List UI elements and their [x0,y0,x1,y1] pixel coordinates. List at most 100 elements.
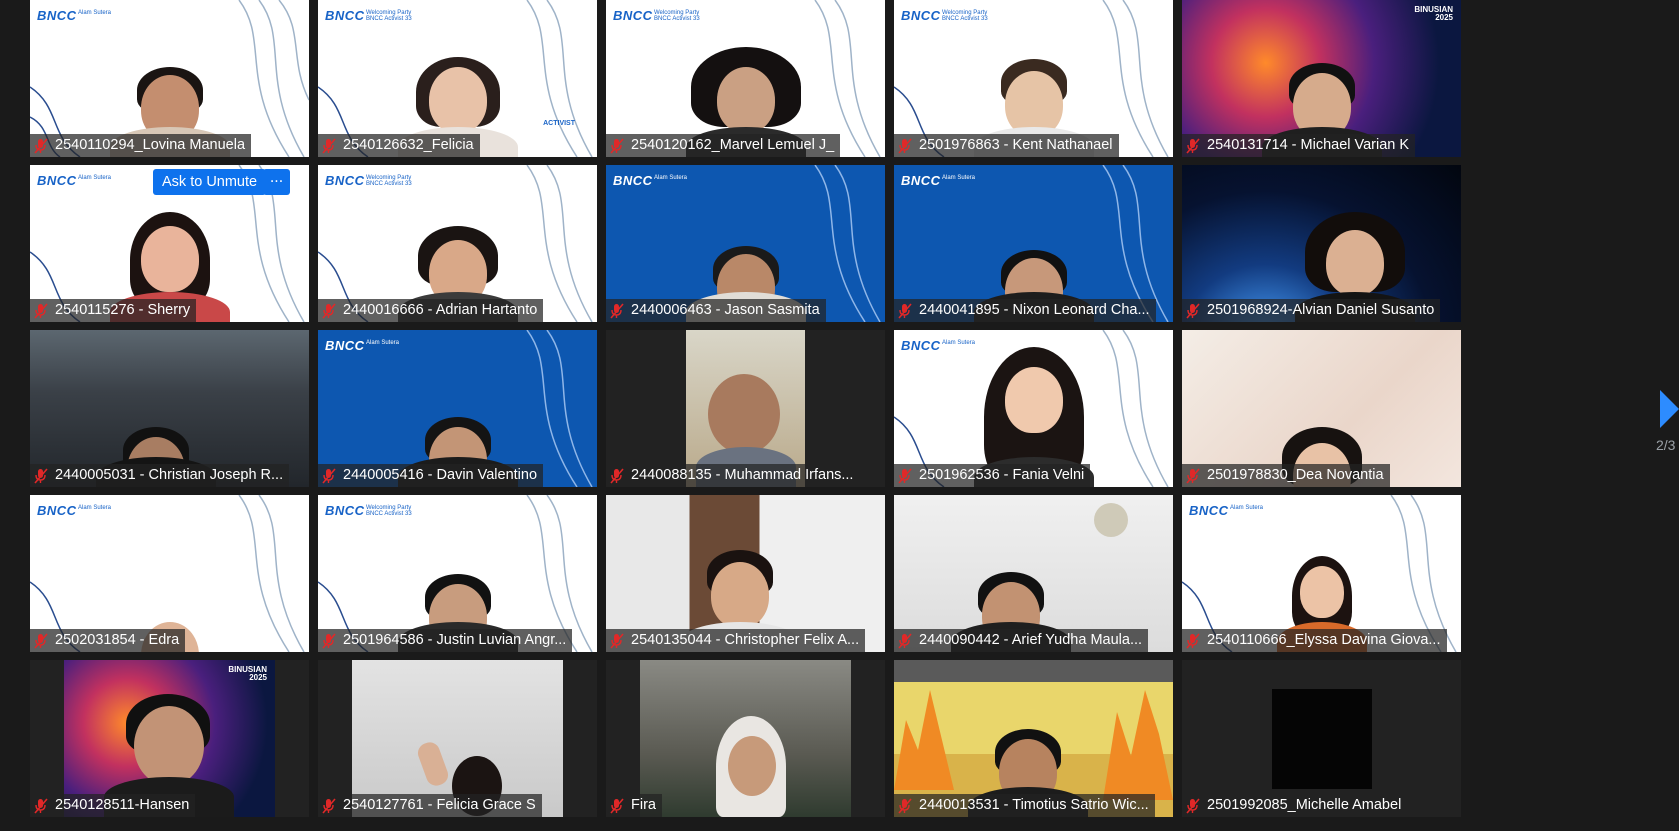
participant-name-label: 2440041895 - Nixon Leonard Cha... [894,299,1156,322]
participant-name-label: 2540120162_Marvel Lemuel J_ [606,134,841,157]
logo-subtitle: Welcoming Party BNCC Activist 33 [366,10,412,22]
bncc-logo: BNCC [325,8,365,23]
participant-name-label: 2502031854 - Edra [30,629,186,652]
video-gallery-grid: BNCC Alam Sutera 2540110294_Lovina Manue… [30,0,1463,817]
muted-mic-icon [610,467,624,484]
muted-mic-icon [610,632,624,649]
bncc-logo: BNCC [901,173,941,188]
participant-name-label: 2540135044 - Christopher Felix A... [606,629,866,652]
logo-subtitle: Welcoming Party BNCC Activist 33 [366,505,412,517]
participant-tile[interactable]: BINUSIAN 2025 2540131714 - Michael Varia… [1182,0,1461,157]
background-flames [1103,690,1173,800]
bncc-logo: BNCC [325,338,365,353]
participant-tile[interactable]: BNCC Welcoming Party BNCC Activist 33 24… [318,165,597,322]
participant-tile[interactable]: BNCC Alam Sutera 2540110294_Lovina Manue… [30,0,309,157]
bncc-logo: BNCC [901,338,941,353]
more-options-button[interactable]: ··· [263,169,290,195]
participant-tile[interactable]: BNCC Welcoming Party BNCC Activist 33 25… [606,0,885,157]
participant-tile[interactable]: 2440005031 - Christian Joseph R... [30,330,309,487]
participant-name-label: 2540127761 - Felicia Grace S [318,794,542,817]
muted-mic-icon [34,632,48,649]
participant-video [640,660,851,817]
participant-tile[interactable]: 2501992085_Michelle Amabel [1182,660,1461,817]
participant-tile[interactable]: 2440088135 - Muhammad Irfans... [606,330,885,487]
muted-mic-icon [1186,137,1200,154]
muted-mic-icon [322,137,336,154]
bncc-logo: BNCC [1189,503,1229,518]
participant-name-label: 2440088135 - Muhammad Irfans... [606,464,860,487]
logo-subtitle: Welcoming Party BNCC Activist 33 [366,175,412,187]
wall-clock [1094,503,1128,537]
participant-name-label: 2540126632_Felicia [318,134,480,157]
participant-tile[interactable]: BNCC Alam Sutera 2540110666_Elyssa Davin… [1182,495,1461,652]
participant-name-label: 2501964586 - Justin Luvian Angr... [318,629,573,652]
logo-subtitle: Alam Sutera [942,175,976,181]
participant-tile[interactable]: 2501968924-Alvian Daniel Susanto [1182,165,1461,322]
participant-name-label: Fira [606,794,662,817]
activist-text: ACTIVIST [543,120,575,127]
logo-subtitle: Alam Sutera [78,175,112,181]
muted-mic-icon [610,797,624,814]
ask-to-unmute-button[interactable]: Ask to Unmute [153,169,267,195]
logo-subtitle: Alam Sutera [78,505,112,511]
logo-subtitle: Alam Sutera [366,340,400,346]
participant-tile[interactable]: BNCC Welcoming Party BNCC Activist 33 25… [318,495,597,652]
bncc-logo: BNCC [901,8,941,23]
participant-tile[interactable]: 2540135044 - Christopher Felix A... [606,495,885,652]
muted-mic-icon [610,137,624,154]
logo-subtitle: Welcoming Party BNCC Activist 33 [942,10,988,22]
muted-mic-icon [610,302,624,319]
participant-name-label: 2501976863 - Kent Nathanael [894,134,1119,157]
participant-tile[interactable]: BNCC Alam Sutera 2440006463 - Jason Sasm… [606,165,885,322]
participant-name-label: 2501978830_Dea Novantia [1182,464,1390,487]
participant-tile[interactable]: 2501978830_Dea Novantia [1182,330,1461,487]
participant-name-label: 2440005031 - Christian Joseph R... [30,464,290,487]
muted-mic-icon [34,302,48,319]
participant-name-label: 2540128511-Hansen [30,794,196,817]
bncc-logo: BNCC [325,173,365,188]
next-page-arrow-icon[interactable] [1660,390,1679,428]
participant-tile[interactable]: BNCC Alam Sutera 2440041895 - Nixon Leon… [894,165,1173,322]
participant-tile[interactable]: BNCC Alam Sutera 2502031854 - Edra [30,495,309,652]
participant-tile[interactable]: BNCC Alam Sutera Ask to Unmute ··· 25401… [30,165,309,322]
muted-mic-icon [1186,632,1200,649]
bncc-logo: BNCC [37,173,77,188]
bncc-logo: BNCC [37,503,77,518]
participant-name-label: 2540110666_Elyssa Davina Giova... [1182,629,1447,652]
participant-name-label: 2501968924-Alvian Daniel Susanto [1182,299,1441,322]
participant-name-label: 2440090442 - Arief Yudha Maula... [894,629,1149,652]
participant-name-label: 2501992085_Michelle Amabel [1182,794,1408,817]
muted-mic-icon [898,467,912,484]
participant-name-label: 2440013531 - Timotius Satrio Wic... [894,794,1155,817]
participant-name-label: 2440005416 - Davin Valentino [318,464,544,487]
participant-name-label: 2440016666 - Adrian Hartanto [318,299,544,322]
muted-mic-icon [898,797,912,814]
participant-name-label: 2540110294_Lovina Manuela [30,134,252,157]
participant-tile[interactable]: 2440013531 - Timotius Satrio Wic... [894,660,1173,817]
participant-tile[interactable]: BNCC Welcoming Party BNCC Activist 33 AC… [318,0,597,157]
muted-mic-icon [898,137,912,154]
participant-name-label: 2540115276 - Sherry [30,299,197,322]
participant-tile[interactable]: Fira [606,660,885,817]
participant-name-label: 2540131714 - Michael Varian K [1182,134,1416,157]
participant-tile[interactable]: 2540127761 - Felicia Grace S [318,660,597,817]
muted-mic-icon [322,302,336,319]
participant-tile[interactable]: BNCC Alam Sutera 2440005416 - Davin Vale… [318,330,597,487]
participant-tile[interactable]: 2440090442 - Arief Yudha Maula... [894,495,1173,652]
participant-tile[interactable]: BINUSIAN 2025 2540128511-Hansen [30,660,309,817]
page-indicator: 2/3 [1656,437,1676,453]
binusian-banner: BINUSIAN 2025 [228,665,267,682]
muted-mic-icon [322,467,336,484]
muted-mic-icon [1186,467,1200,484]
bncc-logo: BNCC [613,173,653,188]
muted-mic-icon [34,797,48,814]
muted-mic-icon [898,302,912,319]
muted-mic-icon [34,467,48,484]
muted-mic-icon [322,632,336,649]
logo-subtitle: Welcoming Party BNCC Activist 33 [654,10,700,22]
bncc-logo: BNCC [37,8,77,23]
participant-tile[interactable]: BNCC Welcoming Party BNCC Activist 33 25… [894,0,1173,157]
participant-tile[interactable]: BNCC Alam Sutera 2501962536 - Fania Veln… [894,330,1173,487]
muted-mic-icon [322,797,336,814]
bncc-logo: BNCC [325,503,365,518]
